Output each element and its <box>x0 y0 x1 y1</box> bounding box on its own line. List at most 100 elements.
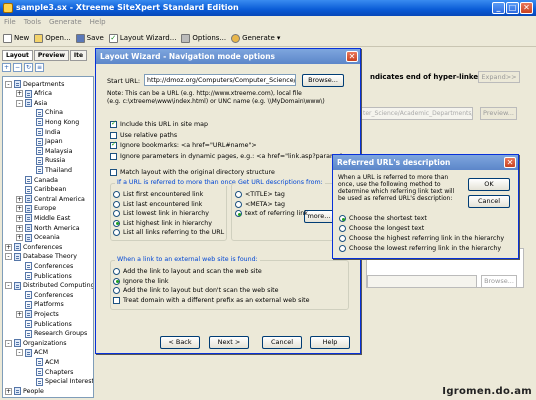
tree-node[interactable]: Thailand <box>27 165 72 175</box>
tree-node[interactable]: Canada <box>16 175 58 185</box>
collapse-icon[interactable]: - <box>5 282 12 290</box>
site-tree[interactable]: - Departments + Africa - Asia China Hong Kong In… <box>2 76 94 398</box>
referred-method-radio[interactable]: Choose the shortest text <box>339 215 427 222</box>
expand-icon[interactable]: + <box>16 234 23 242</box>
background-url-field[interactable]: ter_Science/Academic_Departments/ <box>360 107 473 120</box>
expand-icon[interactable]: + <box>16 224 23 232</box>
collapse-icon[interactable]: - <box>5 253 12 261</box>
tree-node[interactable]: Publications <box>16 271 72 281</box>
refresh-icon[interactable]: ↻ <box>24 63 33 72</box>
menu-file[interactable]: File <box>4 18 16 26</box>
tree-node[interactable]: + Projects <box>16 309 59 319</box>
tree-node[interactable]: + Middle East <box>16 213 70 223</box>
tree-node[interactable]: - Departments <box>5 79 64 89</box>
expand-icon[interactable]: + <box>5 387 12 395</box>
option-checkbox[interactable]: Ignore bookmarks: <a href="URL#name"> <box>110 140 257 149</box>
referred-cancel-button[interactable]: Cancel <box>468 195 510 208</box>
layout-wizard-button[interactable]: ✓ Layout Wizard... <box>108 33 176 43</box>
tree-node[interactable]: Special Interest Groups <box>27 377 93 387</box>
tree-node[interactable]: + Europe <box>16 204 56 214</box>
collapse-icon[interactable]: - <box>16 99 23 107</box>
next-button[interactable]: Next > <box>209 336 249 349</box>
remove-node-icon[interactable]: − <box>13 63 22 72</box>
properties-icon[interactable]: ≡ <box>35 63 44 72</box>
description-radio[interactable]: text of referring link <box>235 210 308 217</box>
tree-node[interactable]: Publications <box>16 319 72 329</box>
tab-preview[interactable]: Preview <box>33 50 69 61</box>
option-checkbox[interactable]: Ignore parameters in dynamic pages, e.g.… <box>110 152 348 160</box>
tree-node[interactable]: Research Groups <box>16 329 87 339</box>
tree-node[interactable]: - Distributed Computing <box>5 281 93 291</box>
tree-node[interactable]: + Conferences <box>5 242 62 252</box>
referred-radio[interactable]: List lowest link in hierarchy <box>113 210 209 217</box>
option-checkbox[interactable]: Include this URL in site map <box>110 119 208 128</box>
option-checkbox[interactable]: Use relative paths <box>110 131 177 139</box>
help-button[interactable]: Help <box>310 336 350 349</box>
menu-tools[interactable]: Tools <box>24 18 41 26</box>
maximize-button[interactable]: □ <box>506 2 519 14</box>
browse-button[interactable]: Browse... <box>302 74 344 87</box>
tree-node[interactable]: Russia <box>27 156 65 166</box>
expand-icon[interactable]: + <box>16 195 23 203</box>
tree-node[interactable]: Caribbean <box>16 185 66 195</box>
expand-icon[interactable]: + <box>16 310 23 318</box>
add-node-icon[interactable]: + <box>2 63 11 72</box>
referred-method-radio[interactable]: Choose the longest text <box>339 225 424 232</box>
tree-node[interactable]: Malaysia <box>27 146 73 156</box>
minimize-button[interactable]: _ <box>492 2 505 14</box>
referred-radio[interactable]: List first encountered link <box>113 191 203 198</box>
expand-icon[interactable]: + <box>16 214 23 222</box>
referred-close-button[interactable]: ✕ <box>504 157 516 168</box>
tree-node[interactable]: China <box>27 108 63 118</box>
start-url-input[interactable]: http://dmoz.org/Computers/Computer_Scien… <box>144 74 296 86</box>
tree-node[interactable]: - Organizations <box>5 338 67 348</box>
generate-button[interactable]: Generate ▾ <box>231 33 280 43</box>
new-button[interactable]: New <box>3 33 29 43</box>
options-button[interactable]: Options... <box>181 33 226 43</box>
referred-radio[interactable]: List highest link in hierarchy <box>113 219 212 227</box>
wizard-close-button[interactable]: ✕ <box>346 51 358 62</box>
tree-node[interactable]: Hong Kong <box>27 117 79 127</box>
collapse-icon[interactable]: - <box>16 349 23 357</box>
tree-node[interactable]: + Oceania <box>16 233 60 243</box>
tab-layout[interactable]: Layout <box>2 50 33 61</box>
tree-node[interactable]: - ACM <box>16 348 48 358</box>
expand-icon[interactable]: + <box>16 90 23 98</box>
preview-button[interactable]: Preview... <box>480 107 517 120</box>
tree-node[interactable]: + Africa <box>16 89 52 99</box>
ok-button[interactable]: OK <box>468 178 510 191</box>
collapse-icon[interactable]: - <box>5 80 12 88</box>
tree-node[interactable]: + People <box>5 386 44 396</box>
referred-radio[interactable]: List last encountered link <box>113 200 202 208</box>
expand-button[interactable]: Expand>> <box>478 71 520 83</box>
treat-domain-checkbox[interactable]: Treat domain with a different prefix as … <box>113 297 309 304</box>
close-button[interactable]: ✕ <box>520 2 533 14</box>
back-button[interactable]: < Back <box>160 336 200 349</box>
menu-generate[interactable]: Generate <box>49 18 82 26</box>
tree-node[interactable]: Chapters <box>27 367 73 377</box>
external-radio[interactable]: Add the link to layout but don't scan th… <box>113 287 278 294</box>
tree-node[interactable]: Conferences <box>16 290 73 300</box>
expand-icon[interactable]: + <box>16 205 23 213</box>
tree-node[interactable]: - Database Theory <box>5 252 77 262</box>
referred-radio[interactable]: List all links referring to the URL <box>113 229 224 236</box>
description-radio[interactable]: <META> tag <box>235 200 285 208</box>
menu-help[interactable]: Help <box>90 18 106 26</box>
external-radio[interactable]: Add the link to layout and scan the web … <box>113 268 262 275</box>
referred-method-radio[interactable]: Choose the highest referring link in the… <box>339 235 504 242</box>
tree-node[interactable]: Platforms <box>16 300 64 310</box>
match-layout-checkbox[interactable]: Match layout with the original directory… <box>110 169 275 176</box>
background-field[interactable] <box>367 275 477 288</box>
tree-node[interactable]: + Central America <box>16 194 85 204</box>
tree-node[interactable]: Conferences <box>16 261 73 271</box>
tree-node[interactable]: - Asia <box>16 98 47 108</box>
background-browse-button[interactable]: Browse... <box>481 275 517 288</box>
more-button[interactable]: more... <box>304 210 334 223</box>
tree-node[interactable]: Japan <box>27 137 63 147</box>
tree-node[interactable]: ACM <box>27 357 59 367</box>
collapse-icon[interactable]: - <box>5 339 12 347</box>
description-radio[interactable]: <TITLE> tag <box>235 191 285 198</box>
tree-node[interactable]: India <box>27 127 60 137</box>
expand-icon[interactable]: + <box>5 243 12 251</box>
tab-items[interactable]: Ite <box>69 50 88 61</box>
